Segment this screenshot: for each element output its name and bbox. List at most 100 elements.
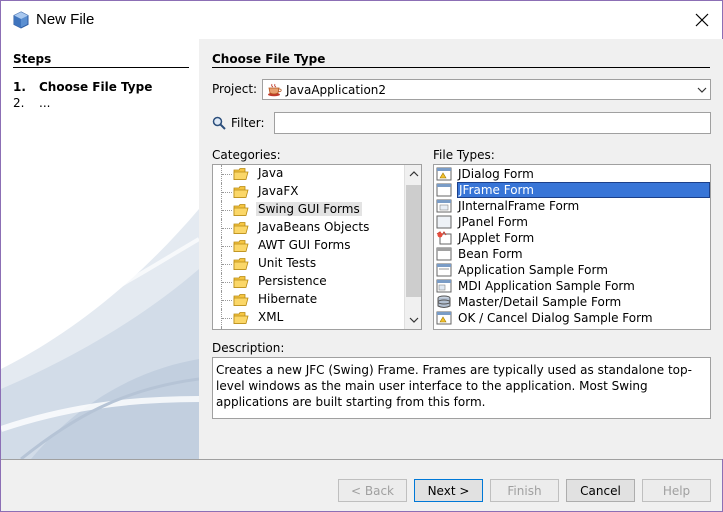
step-item-1: 1. Choose File Type (13, 80, 152, 94)
categories-scrollbar[interactable] (404, 165, 421, 329)
category-item[interactable]: JavaFX (213, 183, 403, 201)
category-label: Persistence (258, 274, 327, 288)
file-type-item[interactable]: JPanel Form (434, 214, 710, 230)
section-divider (212, 67, 710, 68)
title-bar: New File (1, 1, 722, 39)
folder-icon (233, 185, 249, 199)
file-types-label: File Types: (433, 148, 495, 162)
window-title: New File (36, 11, 95, 28)
categories-label: Categories: (212, 148, 281, 162)
filter-label: Filter: (231, 116, 265, 130)
close-button[interactable] (689, 9, 715, 31)
filter-input[interactable] (274, 112, 711, 134)
step-label: ... (39, 96, 51, 110)
next-button[interactable]: Next > (414, 479, 483, 502)
steps-panel: Steps 1. Choose File Type 2.... (1, 39, 199, 459)
scroll-up-button[interactable] (405, 165, 421, 183)
tree-connector (222, 246, 232, 247)
category-item[interactable]: XML (213, 309, 403, 327)
tree-connector (222, 264, 232, 265)
folder-icon (233, 311, 249, 325)
categories-tree[interactable]: Java JavaFX Swing GUI Forms JavaBeans Objec… (212, 164, 422, 330)
file-type-label: JInternalFrame Form (458, 199, 580, 213)
search-icon (212, 116, 226, 130)
java-project-icon (268, 83, 282, 97)
finish-button[interactable]: Finish (490, 479, 559, 502)
scrollbar-thumb[interactable] (406, 185, 421, 297)
file-type-item[interactable]: Application Sample Form (434, 262, 710, 278)
tree-connector (222, 318, 232, 319)
file-type-label: Bean Form (458, 247, 523, 261)
folder-icon (233, 167, 249, 181)
file-type-label: MDI Application Sample Form (458, 279, 635, 293)
folder-icon (233, 329, 249, 330)
category-label: XML (258, 310, 284, 324)
steps-title: Steps (13, 52, 52, 66)
tree-connector (222, 192, 232, 193)
category-item[interactable]: Swing GUI Forms (213, 201, 403, 219)
tree-connector (222, 174, 232, 175)
back-button[interactable]: < Back (338, 479, 407, 502)
category-item[interactable]: Java (213, 165, 403, 183)
file-types-list[interactable]: JDialog Form JFrame Form JInternalFrame Fo… (433, 164, 711, 330)
steps-divider (13, 67, 189, 68)
category-label: AWT GUI Forms (258, 238, 351, 252)
file-type-item[interactable]: JInternalFrame Form (434, 198, 710, 214)
file-type-item[interactable]: OK / Cancel Dialog Sample Form (434, 310, 710, 326)
description-label: Description: (212, 341, 285, 355)
category-label: JavaFX (258, 184, 299, 198)
panel-form-icon (436, 215, 452, 229)
bean-form-icon (436, 247, 452, 261)
close-icon (695, 13, 709, 27)
internal-frame-icon (436, 199, 452, 213)
category-label: Java (258, 166, 284, 180)
project-value: JavaApplication2 (286, 83, 387, 97)
category-item[interactable]: AWT GUI Forms (213, 237, 403, 255)
file-type-item[interactable]: JApplet Form (434, 230, 710, 246)
file-type-item[interactable]: JFrame Form (434, 182, 710, 198)
tree-connector (222, 282, 232, 283)
category-item[interactable]: Persistence (213, 273, 403, 291)
database-form-icon (436, 295, 452, 309)
main-content: Choose File Type Project: JavaApplicatio… (199, 39, 723, 459)
tree-connector (222, 210, 232, 211)
cancel-button[interactable]: Cancel (566, 479, 635, 502)
file-type-item[interactable]: JDialog Form (434, 166, 710, 182)
folder-icon (233, 275, 249, 289)
file-type-label: JDialog Form (458, 167, 534, 181)
file-type-label: Application Sample Form (458, 263, 608, 277)
tree-line (221, 327, 222, 329)
file-type-label: Master/Detail Sample Form (458, 295, 622, 309)
file-type-item[interactable]: Master/Detail Sample Form (434, 294, 710, 310)
category-label: JavaBeans Objects (258, 220, 370, 234)
file-type-item[interactable]: Bean Form (434, 246, 710, 262)
new-file-dialog: New File Steps 1. Choose File Type 2. ..… (0, 0, 723, 512)
mdi-form-icon (436, 279, 452, 293)
step-item-2: 2.... (13, 96, 50, 110)
dialog-form-icon (436, 311, 452, 325)
chevron-down-icon (697, 87, 706, 93)
help-button[interactable]: Help (642, 479, 711, 502)
category-label: Swing GUI Forms (256, 202, 362, 216)
chevron-up-icon (409, 171, 418, 177)
step-number: 2. (13, 96, 25, 110)
tree-connector (222, 300, 232, 301)
file-type-item[interactable]: MDI Application Sample Form (434, 278, 710, 294)
folder-icon (233, 203, 249, 217)
project-combobox[interactable]: JavaApplication2 (262, 79, 711, 100)
file-type-label: OK / Cancel Dialog Sample Form (458, 311, 653, 325)
category-item[interactable]: Unit Tests (213, 255, 403, 273)
folder-icon (233, 239, 249, 253)
scroll-down-button[interactable] (405, 311, 421, 329)
description-text: Creates a new JFC (Swing) Frame. Frames … (212, 357, 711, 419)
tree-connector (222, 228, 232, 229)
category-label: Unit Tests (258, 256, 317, 270)
dialog-form-icon (436, 167, 452, 181)
file-type-label: JPanel Form (458, 215, 528, 229)
folder-icon (233, 257, 249, 271)
dropdown-button[interactable] (693, 80, 710, 99)
frame-form-icon (436, 183, 452, 197)
netbeans-cube-icon (13, 11, 29, 29)
category-item[interactable]: JavaBeans Objects (213, 219, 403, 237)
category-item[interactable]: Hibernate (213, 291, 403, 309)
